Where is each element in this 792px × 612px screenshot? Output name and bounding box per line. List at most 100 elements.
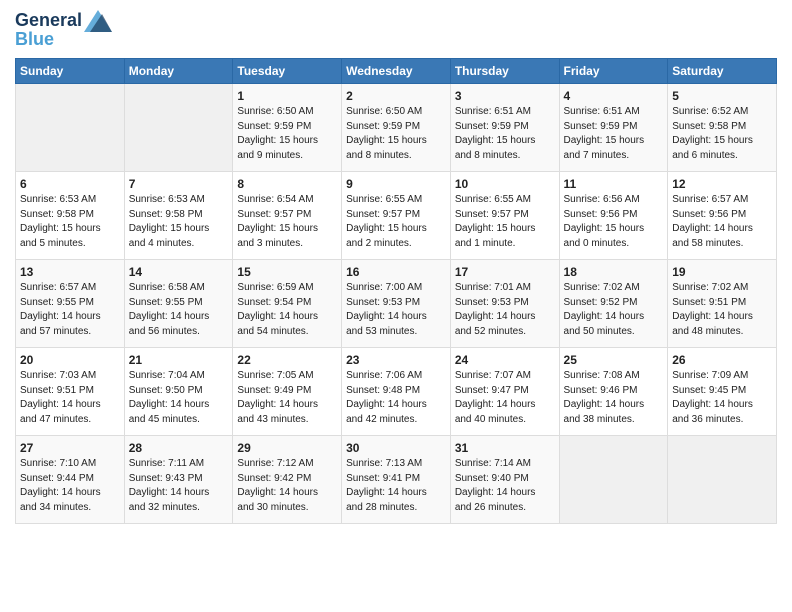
day-info: Sunrise: 6:57 AM Sunset: 9:56 PM Dayligh… xyxy=(672,193,772,251)
day-number: 18 xyxy=(564,265,664,279)
day-number: 10 xyxy=(455,177,555,191)
calendar-table: SundayMondayTuesdayWednesdayThursdayFrid… xyxy=(15,58,777,524)
day-number: 5 xyxy=(672,89,772,103)
calendar-cell: 6 Sunrise: 6:53 AM Sunset: 9:58 PM Daylig… xyxy=(16,172,125,260)
day-info: Sunrise: 7:10 AM Sunset: 9:44 PM Dayligh… xyxy=(20,457,120,515)
calendar-cell: 17 Sunrise: 7:01 AM Sunset: 9:53 PM Dayli… xyxy=(450,260,559,348)
day-info: Sunrise: 6:59 AM Sunset: 9:54 PM Dayligh… xyxy=(237,281,337,339)
day-info: Sunrise: 6:53 AM Sunset: 9:58 PM Dayligh… xyxy=(129,193,229,251)
weekday-header-friday: Friday xyxy=(559,59,668,84)
calendar-cell: 2Sunrise: 6:50 AM Sunset: 9:59 PM Daylig… xyxy=(342,84,451,172)
day-number: 31 xyxy=(455,441,555,455)
day-info: Sunrise: 7:09 AM Sunset: 9:45 PM Dayligh… xyxy=(672,369,772,427)
logo-text: General xyxy=(15,11,82,31)
day-info: Sunrise: 7:01 AM Sunset: 9:53 PM Dayligh… xyxy=(455,281,555,339)
calendar-cell: 10 Sunrise: 6:55 AM Sunset: 9:57 PM Dayli… xyxy=(450,172,559,260)
day-info: Sunrise: 7:07 AM Sunset: 9:47 PM Dayligh… xyxy=(455,369,555,427)
calendar-cell: 8 Sunrise: 6:54 AM Sunset: 9:57 PM Daylig… xyxy=(233,172,342,260)
calendar-cell: 21 Sunrise: 7:04 AM Sunset: 9:50 PM Dayli… xyxy=(124,348,233,436)
day-info: Sunrise: 6:51 AM Sunset: 9:59 PM Dayligh… xyxy=(564,105,664,163)
calendar-cell: 9 Sunrise: 6:55 AM Sunset: 9:57 PM Daylig… xyxy=(342,172,451,260)
day-info: Sunrise: 6:56 AM Sunset: 9:56 PM Dayligh… xyxy=(564,193,664,251)
day-info: Sunrise: 7:00 AM Sunset: 9:53 PM Dayligh… xyxy=(346,281,446,339)
day-info: Sunrise: 7:02 AM Sunset: 9:51 PM Dayligh… xyxy=(672,281,772,339)
calendar-cell: 14 Sunrise: 6:58 AM Sunset: 9:55 PM Dayli… xyxy=(124,260,233,348)
day-info: Sunrise: 6:53 AM Sunset: 9:58 PM Dayligh… xyxy=(20,193,120,251)
day-info: Sunrise: 6:52 AM Sunset: 9:58 PM Dayligh… xyxy=(672,105,772,163)
day-info: Sunrise: 6:57 AM Sunset: 9:55 PM Dayligh… xyxy=(20,281,120,339)
day-number: 8 xyxy=(237,177,337,191)
day-info: Sunrise: 7:11 AM Sunset: 9:43 PM Dayligh… xyxy=(129,457,229,515)
day-number: 29 xyxy=(237,441,337,455)
calendar-cell: 1Sunrise: 6:50 AM Sunset: 9:59 PM Daylig… xyxy=(233,84,342,172)
day-info: Sunrise: 6:54 AM Sunset: 9:57 PM Dayligh… xyxy=(237,193,337,251)
day-info: Sunrise: 6:58 AM Sunset: 9:55 PM Dayligh… xyxy=(129,281,229,339)
day-info: Sunrise: 6:55 AM Sunset: 9:57 PM Dayligh… xyxy=(346,193,446,251)
day-info: Sunrise: 7:05 AM Sunset: 9:49 PM Dayligh… xyxy=(237,369,337,427)
calendar-cell xyxy=(668,436,777,524)
calendar-cell: 11 Sunrise: 6:56 AM Sunset: 9:56 PM Dayli… xyxy=(559,172,668,260)
day-number: 23 xyxy=(346,353,446,367)
logo: General Blue xyxy=(15,10,112,50)
day-info: Sunrise: 7:08 AM Sunset: 9:46 PM Dayligh… xyxy=(564,369,664,427)
calendar-cell: 28 Sunrise: 7:11 AM Sunset: 9:43 PM Dayli… xyxy=(124,436,233,524)
day-number: 9 xyxy=(346,177,446,191)
day-number: 22 xyxy=(237,353,337,367)
day-number: 21 xyxy=(129,353,229,367)
calendar-cell xyxy=(124,84,233,172)
day-number: 27 xyxy=(20,441,120,455)
day-number: 24 xyxy=(455,353,555,367)
calendar-cell: 20 Sunrise: 7:03 AM Sunset: 9:51 PM Dayli… xyxy=(16,348,125,436)
day-info: Sunrise: 7:13 AM Sunset: 9:41 PM Dayligh… xyxy=(346,457,446,515)
calendar-cell: 26 Sunrise: 7:09 AM Sunset: 9:45 PM Dayli… xyxy=(668,348,777,436)
day-number: 30 xyxy=(346,441,446,455)
weekday-header-thursday: Thursday xyxy=(450,59,559,84)
day-number: 19 xyxy=(672,265,772,279)
day-info: Sunrise: 7:03 AM Sunset: 9:51 PM Dayligh… xyxy=(20,369,120,427)
calendar-week-row: 27 Sunrise: 7:10 AM Sunset: 9:44 PM Dayli… xyxy=(16,436,777,524)
logo-icon xyxy=(84,10,112,32)
calendar-cell: 25 Sunrise: 7:08 AM Sunset: 9:46 PM Dayli… xyxy=(559,348,668,436)
calendar-cell: 29 Sunrise: 7:12 AM Sunset: 9:42 PM Dayli… xyxy=(233,436,342,524)
day-info: Sunrise: 7:02 AM Sunset: 9:52 PM Dayligh… xyxy=(564,281,664,339)
day-info: Sunrise: 7:04 AM Sunset: 9:50 PM Dayligh… xyxy=(129,369,229,427)
day-number: 7 xyxy=(129,177,229,191)
calendar-cell: 18 Sunrise: 7:02 AM Sunset: 9:52 PM Dayli… xyxy=(559,260,668,348)
calendar-cell: 19 Sunrise: 7:02 AM Sunset: 9:51 PM Dayli… xyxy=(668,260,777,348)
day-number: 28 xyxy=(129,441,229,455)
day-number: 6 xyxy=(20,177,120,191)
day-number: 16 xyxy=(346,265,446,279)
calendar-cell: 13 Sunrise: 6:57 AM Sunset: 9:55 PM Dayli… xyxy=(16,260,125,348)
calendar-cell: 27 Sunrise: 7:10 AM Sunset: 9:44 PM Dayli… xyxy=(16,436,125,524)
day-info: Sunrise: 6:51 AM Sunset: 9:59 PM Dayligh… xyxy=(455,105,555,163)
page-container: General Blue SundayMondayTuesdayWednesda… xyxy=(0,0,792,534)
calendar-week-row: 6 Sunrise: 6:53 AM Sunset: 9:58 PM Daylig… xyxy=(16,172,777,260)
calendar-week-row: 1Sunrise: 6:50 AM Sunset: 9:59 PM Daylig… xyxy=(16,84,777,172)
day-number: 14 xyxy=(129,265,229,279)
day-number: 17 xyxy=(455,265,555,279)
day-number: 4 xyxy=(564,89,664,103)
calendar-cell: 3 Sunrise: 6:51 AM Sunset: 9:59 PM Daylig… xyxy=(450,84,559,172)
weekday-header-row: SundayMondayTuesdayWednesdayThursdayFrid… xyxy=(16,59,777,84)
day-number: 25 xyxy=(564,353,664,367)
day-number: 2 xyxy=(346,89,446,103)
weekday-header-wednesday: Wednesday xyxy=(342,59,451,84)
calendar-cell: 22 Sunrise: 7:05 AM Sunset: 9:49 PM Dayli… xyxy=(233,348,342,436)
day-number: 13 xyxy=(20,265,120,279)
day-number: 26 xyxy=(672,353,772,367)
calendar-cell: 31Sunrise: 7:14 AM Sunset: 9:40 PM Dayli… xyxy=(450,436,559,524)
calendar-cell: 7 Sunrise: 6:53 AM Sunset: 9:58 PM Daylig… xyxy=(124,172,233,260)
calendar-cell xyxy=(559,436,668,524)
calendar-cell: 12Sunrise: 6:57 AM Sunset: 9:56 PM Dayli… xyxy=(668,172,777,260)
header: General Blue xyxy=(15,10,777,50)
day-number: 1 xyxy=(237,89,337,103)
day-number: 11 xyxy=(564,177,664,191)
day-info: Sunrise: 7:12 AM Sunset: 9:42 PM Dayligh… xyxy=(237,457,337,515)
day-number: 20 xyxy=(20,353,120,367)
day-number: 3 xyxy=(455,89,555,103)
day-info: Sunrise: 6:55 AM Sunset: 9:57 PM Dayligh… xyxy=(455,193,555,251)
day-number: 15 xyxy=(237,265,337,279)
calendar-cell: 15 Sunrise: 6:59 AM Sunset: 9:54 PM Dayli… xyxy=(233,260,342,348)
weekday-header-tuesday: Tuesday xyxy=(233,59,342,84)
calendar-cell xyxy=(16,84,125,172)
